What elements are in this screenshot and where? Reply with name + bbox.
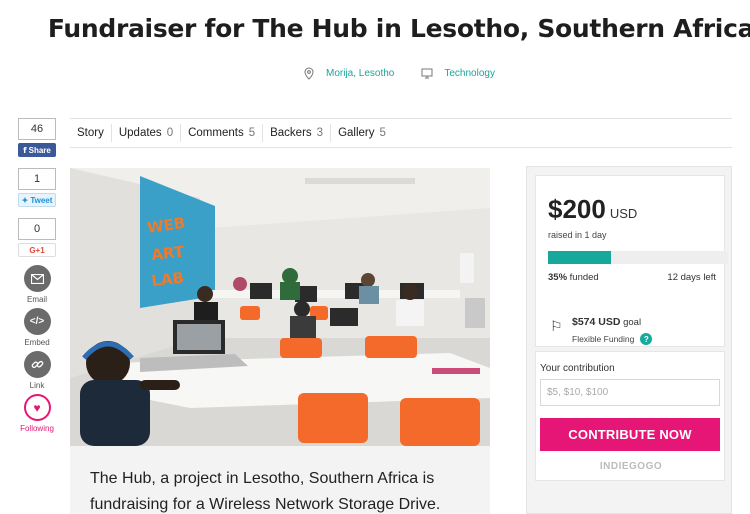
tab-count: 5: [248, 127, 256, 139]
percent-funded: 35% funded: [548, 272, 599, 283]
contribution-card: Your contribution CONTRIBUTE NOW INDIEGO…: [535, 351, 725, 481]
tab-count: 5: [379, 127, 386, 139]
email-label: Email: [26, 295, 47, 304]
google-plus-button[interactable]: G+1: [18, 243, 56, 257]
progress-bar: [548, 251, 728, 264]
location-text: Morija, Lesotho: [326, 67, 395, 79]
contribution-label: Your contribution: [540, 363, 615, 374]
location-link[interactable]: Morija, Lesotho: [302, 66, 394, 80]
twitter-bird-icon: ✦: [21, 195, 29, 205]
twitter-count: 1: [18, 168, 56, 190]
social-sidebar: 46 f Share 1 ✦ Tweet 0 G+1 Email </> Emb…: [18, 118, 56, 433]
funding-type: Flexible Funding ?: [572, 333, 653, 345]
campaign-hero-image: WEB ART LAB: [70, 168, 490, 446]
amount-value: $200: [548, 194, 606, 224]
facebook-icon: f: [23, 145, 27, 155]
page-title: Fundraiser for The Hub in Lesotho, South…: [47, 14, 750, 43]
tweet-button[interactable]: ✦ Tweet: [18, 193, 56, 207]
facebook-share-button[interactable]: f Share: [18, 143, 56, 157]
goal-word: goal: [623, 317, 642, 328]
days-left: 12 days left: [667, 272, 716, 283]
story-summary: The Hub, a project in Lesotho, Southern …: [70, 446, 490, 514]
embed-label: Embed: [24, 338, 50, 347]
help-icon[interactable]: ?: [640, 333, 653, 345]
monitor-icon: [420, 66, 434, 80]
email-share-button[interactable]: [23, 265, 51, 292]
tab-label: Comments: [188, 127, 244, 139]
code-icon: </>: [29, 316, 45, 327]
following-label: Following: [20, 424, 54, 433]
funded-word: funded: [569, 272, 599, 283]
contribute-now-button[interactable]: CONTRIBUTE NOW: [540, 418, 720, 451]
funding-type-label: Flexible Funding: [572, 334, 635, 344]
goal-amount: $574 USD: [572, 316, 621, 328]
map-pin-icon: [302, 66, 316, 80]
tab-label: Backers: [270, 127, 312, 139]
raised-duration: raised in 1 day: [548, 230, 607, 240]
tab-backers[interactable]: Backers 3: [263, 124, 332, 142]
tab-gallery[interactable]: Gallery 5: [331, 124, 393, 142]
tab-label: Gallery: [338, 127, 375, 139]
campaign-tabs: Story Updates 0 Comments 5 Backers 3 Galler…: [70, 118, 732, 148]
category-link[interactable]: Technology: [420, 66, 495, 80]
progress-fill: [548, 251, 611, 264]
svg-text:LAB: LAB: [151, 269, 185, 290]
tab-label: Updates: [118, 127, 162, 139]
funding-panel: $200 USD raised in 1 day 35% funded 12 d…: [526, 166, 732, 514]
follow-button[interactable]: ♥: [23, 394, 51, 421]
tab-count: 0: [166, 127, 174, 139]
tab-story[interactable]: Story: [70, 124, 112, 142]
google-plus-label: G+1: [29, 245, 45, 255]
amount-currency: USD: [609, 206, 638, 221]
campaign-meta: Morija, Lesotho Technology: [302, 66, 521, 80]
tab-label: Story: [77, 127, 104, 139]
envelope-icon: [30, 273, 44, 284]
link-label: Link: [29, 381, 45, 390]
google-plus-count: 0: [18, 218, 56, 240]
raised-amount: $200 USD: [548, 194, 637, 225]
link-icon: [31, 360, 43, 369]
percent-value: 35%: [548, 272, 568, 283]
svg-text:ART: ART: [151, 243, 186, 264]
category-text: Technology: [444, 67, 495, 79]
facebook-count: 46: [18, 118, 56, 140]
embed-button[interactable]: </>: [23, 308, 51, 335]
facebook-share-label: Share: [28, 145, 51, 155]
funding-card: $200 USD raised in 1 day 35% funded 12 d…: [535, 175, 728, 347]
goal-text: $574 USD goal: [572, 316, 641, 328]
copy-link-button[interactable]: [23, 351, 51, 378]
tab-comments[interactable]: Comments 5: [181, 124, 264, 142]
heart-icon: ♥: [33, 400, 41, 415]
tweet-label: Tweet: [30, 195, 53, 205]
tab-count: 3: [316, 127, 324, 139]
flag-icon: ⚐: [550, 318, 563, 334]
contribution-input[interactable]: [540, 379, 720, 406]
tab-updates[interactable]: Updates 0: [112, 124, 182, 142]
indiegogo-logo: INDIEGOGO: [599, 461, 663, 472]
